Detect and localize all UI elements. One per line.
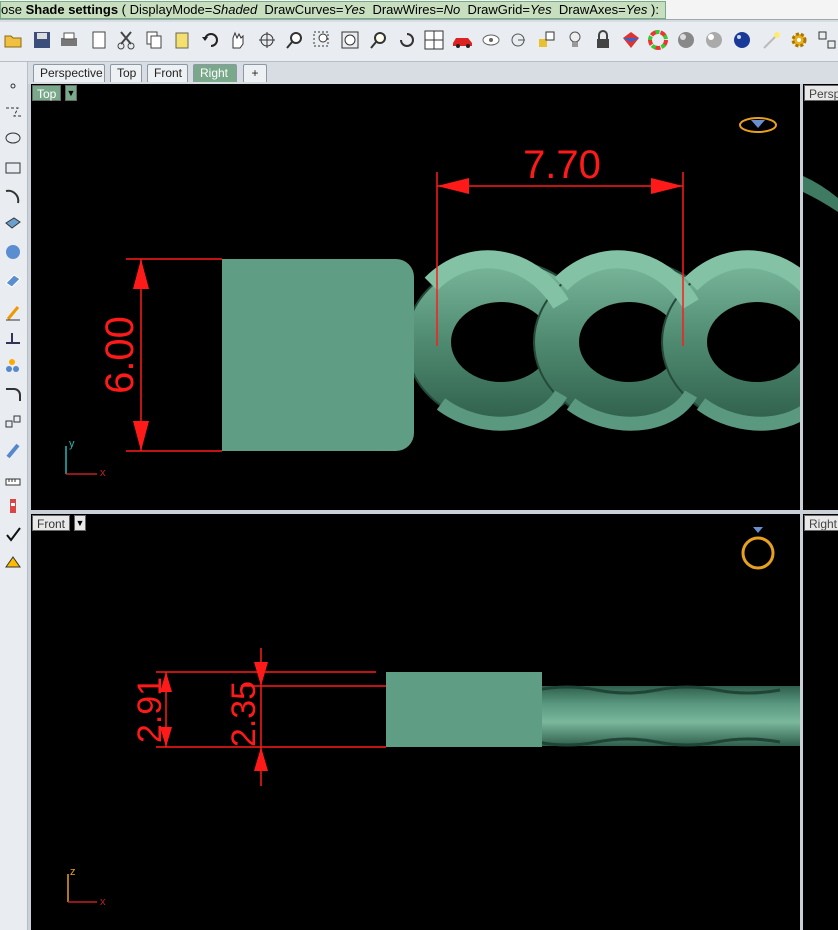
dimension-front: [156, 648, 386, 786]
dimension-label-outer: 2.91: [131, 677, 169, 743]
print-icon[interactable]: [59, 29, 79, 51]
option-draw-curves[interactable]: DrawCurves=Yes: [264, 2, 365, 17]
command-prompt[interactable]: ose Shade settings ( DisplayMode=Shaded …: [0, 1, 666, 19]
lock-icon[interactable]: [593, 29, 613, 51]
viewport-right-label[interactable]: Right: [804, 515, 838, 531]
axis-label-y-top: y: [69, 438, 75, 450]
arc-icon[interactable]: [2, 186, 24, 206]
front-view-drawing: 2.91 2.35 z x: [67, 527, 800, 908]
axis-label-x-front: x: [100, 896, 106, 908]
dimension-label-height: 6.00: [98, 316, 142, 394]
material-sphere-icon[interactable]: [732, 29, 752, 51]
option-display-mode[interactable]: DisplayMode=Shaded: [130, 2, 258, 17]
tab-top[interactable]: Top: [110, 64, 142, 82]
pan-icon[interactable]: [227, 29, 247, 51]
render-icon[interactable]: [2, 496, 24, 516]
circle-icon[interactable]: [2, 128, 24, 148]
undo-view-icon[interactable]: [396, 29, 416, 51]
options-icon[interactable]: [817, 29, 837, 51]
car-icon[interactable]: [452, 29, 472, 51]
array-icon[interactable]: [2, 356, 24, 376]
check-icon[interactable]: [2, 524, 24, 544]
main-toolbar: [0, 22, 838, 62]
point-icon[interactable]: [2, 76, 24, 96]
viewport-top[interactable]: Top ▼ 6.00 7.70 y x: [31, 84, 800, 510]
tab-perspective[interactable]: Perspective: [33, 64, 105, 82]
save-icon[interactable]: [32, 29, 52, 51]
dimension-icon[interactable]: [2, 302, 24, 322]
command-title: Shade settings: [25, 2, 119, 17]
undo-icon[interactable]: [201, 29, 221, 51]
perspective-chain-fragment: [803, 176, 838, 212]
option-draw-grid[interactable]: DrawGrid=Yes: [467, 2, 551, 17]
command-line-bar: ose Shade settings ( DisplayMode=Shaded …: [0, 0, 838, 20]
join-icon[interactable]: [2, 412, 24, 432]
surface-icon[interactable]: [2, 214, 24, 234]
paint-icon[interactable]: [621, 29, 641, 51]
analyze-icon[interactable]: [2, 440, 24, 460]
color-wheel-icon[interactable]: [648, 29, 668, 51]
option-draw-axes[interactable]: DrawAxes=Yes: [559, 2, 648, 17]
chain-links: [405, 250, 800, 431]
open-icon[interactable]: [4, 29, 24, 51]
clasp-block-front: [386, 672, 542, 747]
axis-label-x-top: x: [100, 467, 106, 479]
zoom-extents-icon[interactable]: [340, 29, 360, 51]
tab-front[interactable]: Front: [147, 64, 188, 82]
zoom-selected-icon[interactable]: [369, 29, 389, 51]
viewport-right-partial[interactable]: Right: [803, 514, 838, 930]
zoom-icon[interactable]: [285, 29, 305, 51]
fillet-icon[interactable]: [2, 384, 24, 404]
command-prefix: ose: [1, 2, 26, 17]
ruler-icon[interactable]: [2, 472, 24, 492]
solid-icon[interactable]: [2, 242, 24, 262]
left-toolbar: [0, 62, 28, 930]
zoom-window-icon[interactable]: [312, 29, 332, 51]
four-viewports-icon[interactable]: [424, 29, 444, 51]
light-bulb-icon[interactable]: [565, 29, 585, 51]
transform-icon[interactable]: [2, 328, 24, 348]
material-icon[interactable]: [2, 552, 24, 572]
layer-icon[interactable]: [537, 29, 557, 51]
viewport-front[interactable]: Front ▼ 2.91 2.35 z x: [31, 514, 800, 930]
rotate-view-icon[interactable]: [257, 29, 277, 51]
option-draw-wires[interactable]: DrawWires=No: [372, 2, 460, 17]
polyline-icon[interactable]: [2, 102, 24, 122]
snap-icon[interactable]: [508, 29, 528, 51]
top-view-drawing: 6.00 7.70 y x: [65, 117, 800, 479]
clasp-block-top: [222, 259, 414, 451]
gear-icon[interactable]: [789, 29, 809, 51]
import-icon[interactable]: [89, 29, 109, 51]
axis-label-z-front: z: [70, 866, 76, 878]
dimension-label-width: 7.70: [523, 143, 601, 187]
paste-icon[interactable]: [172, 29, 192, 51]
jewel-icon: [739, 117, 777, 133]
axis-indicator-top: [65, 446, 97, 475]
viewport-tab-strip: Perspective Top Front Right +: [28, 62, 838, 84]
add-tab-button[interactable]: +: [243, 64, 267, 82]
copy-icon[interactable]: [144, 29, 164, 51]
ring-icon: [741, 527, 775, 570]
axis-indicator-front: [67, 874, 97, 903]
mesh-icon[interactable]: [2, 270, 24, 290]
dimension-label-inner: 2.35: [225, 681, 263, 747]
render-preview-icon[interactable]: [704, 29, 724, 51]
viewport-perspective-partial[interactable]: Persp: [803, 84, 838, 510]
tab-right[interactable]: Right: [193, 64, 237, 82]
cut-icon[interactable]: [116, 29, 136, 51]
rectangle-icon[interactable]: [2, 158, 24, 178]
render-sphere-icon[interactable]: [676, 29, 696, 51]
light-icon[interactable]: [762, 29, 782, 51]
chain-side: [537, 686, 800, 746]
hide-icon[interactable]: [481, 29, 501, 51]
